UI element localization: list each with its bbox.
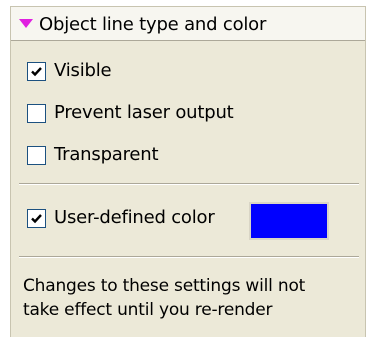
- section-header[interactable]: Object line type and color: [11, 6, 365, 41]
- prevent-laser-output-label[interactable]: Prevent laser output: [54, 102, 234, 123]
- divider: [19, 183, 359, 185]
- color-swatch-button[interactable]: [249, 202, 329, 240]
- render-note-line-2: take effect until you re-render: [23, 300, 273, 320]
- divider: [19, 256, 359, 258]
- user-defined-color-checkbox[interactable]: [27, 209, 46, 228]
- render-note-line-1: Changes to these settings will not: [23, 276, 306, 296]
- checkmark-icon: [31, 67, 42, 77]
- magenta-triangle-down-icon[interactable]: [19, 19, 33, 29]
- render-note: Changes to these settings will not take …: [23, 274, 305, 322]
- section-title: Object line type and color: [39, 14, 267, 35]
- visible-checkbox[interactable]: [27, 62, 46, 81]
- prevent-laser-output-checkbox[interactable]: [27, 104, 46, 123]
- transparent-label[interactable]: Transparent: [54, 144, 159, 165]
- transparent-checkbox[interactable]: [27, 146, 46, 165]
- checkmark-icon: [31, 214, 42, 224]
- object-properties-panel: Object line type and color Visible Preve…: [10, 6, 366, 337]
- visible-label[interactable]: Visible: [54, 60, 112, 81]
- user-defined-color-label[interactable]: User-defined color: [54, 207, 215, 228]
